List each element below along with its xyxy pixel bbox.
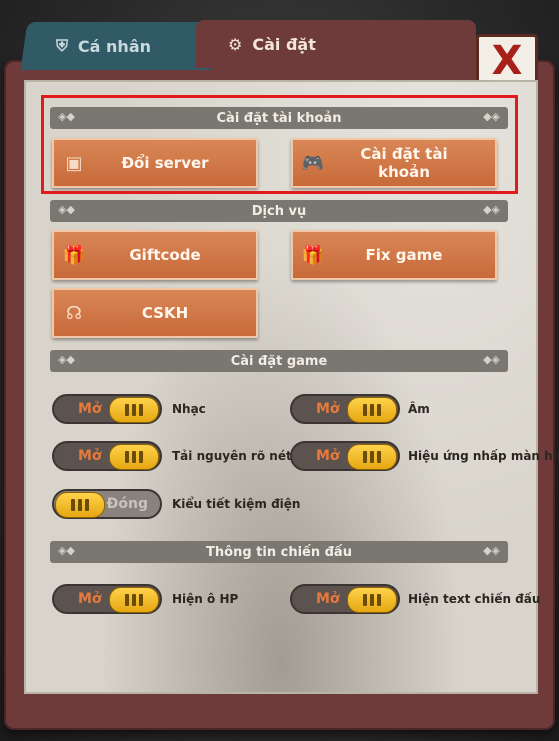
- fix-game-label: Fix game: [365, 246, 443, 264]
- hd-resources-toggle[interactable]: Mở: [52, 441, 162, 471]
- show-hp-toggle[interactable]: Mở: [52, 584, 162, 614]
- section-battle-header: ◈◆ Thông tin chiến đấu ◆◈: [50, 541, 508, 563]
- toggle-state-text: Mở: [316, 591, 340, 607]
- section-game-header: ◈◆ Cài đặt game ◆◈: [50, 350, 508, 372]
- power-saving-toggle[interactable]: Đóng: [52, 489, 162, 519]
- show-battle-text-label: Hiện text chiến đấu: [408, 592, 541, 606]
- section-game-title: Cài đặt game: [230, 353, 328, 369]
- toggle-knob: [55, 492, 105, 518]
- tap-effect-toggle[interactable]: Mở: [290, 441, 400, 471]
- toggle-knob: [109, 444, 159, 470]
- ornament-icon: ◈◆: [58, 353, 75, 366]
- toggle-state-text: Mở: [316, 448, 340, 464]
- gift-icon: 🎁: [62, 244, 86, 266]
- sound-label: Âm: [408, 402, 430, 416]
- toggle-knob: [347, 397, 397, 423]
- headset-icon: ☊: [66, 302, 82, 324]
- toggle-knob: [347, 444, 397, 470]
- giftcode-button[interactable]: 🎁 Giftcode: [52, 230, 258, 280]
- cskh-label: CSKH: [141, 304, 189, 322]
- close-icon: X: [491, 38, 523, 84]
- toggle-state-text: Đóng: [106, 496, 148, 512]
- tab-personal-label: Cá nhân: [78, 36, 152, 56]
- tab-settings[interactable]: ⚙ Cài đặt: [196, 20, 476, 68]
- section-services-header: ◈◆ Dịch vụ ◆◈: [50, 200, 508, 222]
- ornament-icon: ◆◈: [483, 353, 500, 366]
- power-saving-label: Kiểu tiết kiệm điện: [172, 497, 301, 511]
- tab-settings-label: Cài đặt: [252, 34, 316, 54]
- toggle-knob: [347, 587, 397, 613]
- fix-game-button[interactable]: 🎁 Fix game: [291, 230, 497, 280]
- sound-toggle[interactable]: Mở: [290, 394, 400, 424]
- ornament-icon: ◆◈: [483, 203, 500, 216]
- hd-resources-label: Tải nguyên rõ nét: [172, 449, 292, 463]
- tap-effect-label: Hiệu ứng nhấp màn hình: [408, 449, 559, 463]
- music-label: Nhạc: [172, 402, 206, 416]
- shield-icon: ⛨: [56, 36, 69, 55]
- selection-highlight: [41, 95, 518, 194]
- show-battle-text-toggle[interactable]: Mở: [290, 584, 400, 614]
- tab-personal[interactable]: ⛨ Cá nhân: [20, 22, 218, 70]
- show-hp-label: Hiện ô HP: [172, 592, 239, 606]
- giftcode-label: Giftcode: [129, 246, 201, 264]
- toggle-state-text: Mở: [78, 401, 102, 417]
- gear-icon: ⚙: [228, 34, 243, 54]
- cskh-button[interactable]: ☊ CSKH: [52, 288, 258, 338]
- ornament-icon: ◈◆: [58, 203, 75, 216]
- ornament-icon: ◈◆: [58, 544, 75, 557]
- toggle-state-text: Mở: [78, 448, 102, 464]
- ornament-icon: ◆◈: [483, 544, 500, 557]
- music-toggle[interactable]: Mở: [52, 394, 162, 424]
- section-battle-title: Thông tin chiến đấu: [206, 544, 352, 560]
- toggle-state-text: Mở: [78, 591, 102, 607]
- toggle-knob: [109, 397, 159, 423]
- toggle-knob: [109, 587, 159, 613]
- section-services-title: Dịch vụ: [251, 203, 307, 219]
- toggle-state-text: Mở: [316, 401, 340, 417]
- gift-icon: 🎁: [301, 244, 325, 266]
